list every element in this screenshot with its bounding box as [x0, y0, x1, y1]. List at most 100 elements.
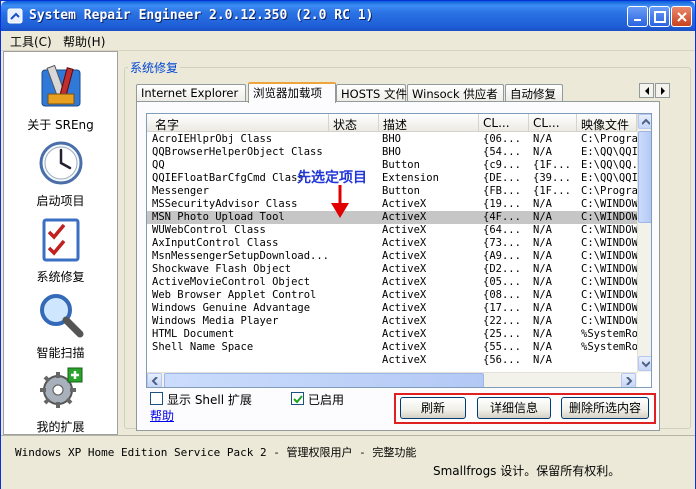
table-cell: {06... — [483, 133, 521, 145]
table-cell: ActiveX — [382, 224, 427, 236]
table-cell: QQBrowserHelperObject Class — [152, 146, 323, 158]
table-cell: {A9... — [483, 250, 521, 262]
title-bar[interactable]: System Repair Engineer 2.0.12.350 (2.0 R… — [1, 1, 695, 31]
table-row[interactable]: AcroIEHlprObj Class BHO {06... N/A C:\Progra — [147, 133, 638, 146]
close-icon — [677, 12, 687, 22]
checklist-icon — [42, 218, 80, 262]
column-header-clsid2[interactable]: CL... — [529, 114, 577, 132]
table-cell: ActiveX — [382, 315, 427, 327]
table-row[interactable]: QQBrowserHelperObject Class BHO {54... N/A E… — [147, 146, 638, 159]
hscroll-thumb[interactable] — [164, 373, 484, 387]
table-cell: Button — [382, 185, 420, 197]
table-cell: N/A — [533, 354, 552, 366]
column-header-image-file[interactable]: 映像文件 — [577, 114, 637, 132]
tab-scroll-left[interactable] — [639, 83, 654, 98]
magnifier-icon — [40, 294, 84, 338]
table-cell: C:\WINDOW — [581, 276, 638, 288]
tab-internet-explorer[interactable]: Internet Explorer — [136, 84, 246, 102]
column-header-name[interactable]: 名字 — [147, 114, 329, 132]
table-cell: {56... — [483, 354, 521, 366]
table-cell: ActiveX — [382, 289, 427, 301]
table-row[interactable]: Windows Genuine Advantage ActiveX {17... N/… — [147, 302, 638, 315]
show-shell-checkbox[interactable] — [150, 392, 163, 405]
sidebar-item-extensions[interactable]: 我的扩展 — [4, 362, 117, 436]
arrow-left-icon — [151, 377, 158, 385]
sidebar-item-about[interactable]: 关于 SREng — [4, 60, 117, 134]
scroll-left-button[interactable] — [147, 373, 162, 387]
sidebar-item-smart-scan[interactable]: 智能扫描 — [4, 288, 117, 362]
table-row[interactable]: QQ Button {c9... {1F... E:\QQ\QQ. — [147, 159, 638, 172]
table-row[interactable]: AxInputControl Class ActiveX {73... N/A C:\W… — [147, 237, 638, 250]
table-cell: MSSecurityAdvisor Class — [152, 198, 298, 210]
table-cell: N/A — [533, 224, 552, 236]
sidebar-item-label: 关于 SREng — [27, 118, 94, 132]
horizontal-scrollbar[interactable] — [147, 372, 637, 387]
table-cell: ActiveX — [382, 354, 427, 366]
arrow-up-icon — [642, 118, 650, 125]
table-row[interactable]: Windows Media Player ActiveX {22... N/A C:\W… — [147, 315, 638, 328]
minimize-button[interactable] — [627, 6, 648, 27]
table-cell: {c9... — [483, 159, 521, 171]
table-cell: Shockwave Flash Object — [152, 263, 292, 275]
table-row[interactable]: QQIEFloatBarCfgCmd Class Extension {DE...{… — [147, 172, 638, 185]
column-header-description[interactable]: 描述 — [379, 114, 479, 132]
list-header: 名字 状态 描述 CL... CL... 映像文件 — [147, 114, 637, 132]
table-row[interactable]: MsnMessengerSetupDownload... ActiveX {A9..… — [147, 250, 638, 263]
scroll-up-button[interactable] — [638, 114, 651, 129]
tab-auto-repair[interactable]: 自动修复 — [505, 84, 563, 102]
table-cell: {FB... — [483, 185, 521, 197]
sidebar-item-system-repair[interactable]: 系统修复 — [4, 212, 117, 286]
menu-help[interactable]: 帮助(H) — [63, 33, 105, 50]
table-cell: C:\WINDOW — [581, 198, 638, 210]
table-row[interactable]: Shell Name Space ActiveX {55... N/A %SystemR… — [147, 341, 638, 354]
enabled-checkbox[interactable] — [291, 392, 304, 405]
table-row[interactable]: MSN Photo Upload Tool ActiveX {4F... N/A C:\… — [147, 211, 638, 224]
table-row[interactable]: Messenger Button {FB... {1F... C:\Progra — [147, 185, 638, 198]
table-cell: {25... — [483, 328, 521, 340]
table-row[interactable]: ActiveMovieControl Object ActiveX {05... N/… — [147, 276, 638, 289]
tools-icon — [41, 64, 81, 107]
table-cell: N/A — [533, 289, 552, 301]
tab-hosts-file[interactable]: HOSTS 文件 — [336, 84, 407, 102]
scroll-thumb[interactable] — [638, 131, 651, 223]
table-cell: %SystemRo — [581, 341, 638, 353]
table-cell: N/A — [533, 328, 552, 340]
sidebar-item-label: 我的扩展 — [36, 420, 85, 434]
table-cell: {1F... — [533, 185, 571, 197]
table-cell: C:\Progra — [581, 133, 638, 145]
delete-selected-button[interactable]: 删除所选内容 — [561, 397, 649, 419]
table-row[interactable]: Shockwave Flash Object ActiveX {D2... N/A C:… — [147, 263, 638, 276]
table-row[interactable]: Web Browser Applet Control ActiveX {08... N… — [147, 289, 638, 302]
column-header-status[interactable]: 状态 — [329, 114, 379, 132]
refresh-button[interactable]: 刷新 — [400, 397, 466, 419]
close-button[interactable] — [671, 6, 692, 27]
table-row[interactable]: HTML Document ActiveX {25... N/A %SystemRo — [147, 328, 638, 341]
sidebar-item-label: 启动项目 — [36, 194, 85, 208]
column-header-clsid[interactable]: CL... — [479, 114, 529, 132]
table-cell: ActiveX — [382, 237, 427, 249]
addons-list[interactable]: 名字 状态 描述 CL... CL... 映像文件 AcroIEHlprObj … — [146, 113, 652, 388]
help-link[interactable]: 帮助 — [150, 407, 174, 424]
details-button[interactable]: 详细信息 — [477, 397, 551, 419]
maximize-button[interactable] — [649, 6, 670, 27]
table-row[interactable]: ActiveX {56... N/A — [147, 354, 637, 367]
table-cell: ActiveX — [382, 198, 427, 210]
table-cell: C:\WINDOW — [581, 315, 638, 327]
table-cell: %SystemRo — [581, 328, 638, 340]
tab-winsock[interactable]: Winsock 供应者 — [407, 84, 504, 102]
table-cell: ActiveX — [382, 341, 427, 353]
table-row[interactable]: WUWebControl Class ActiveX {64... N/A C:\WIN… — [147, 224, 638, 237]
sidebar-item-label: 智能扫描 — [36, 346, 85, 360]
table-cell: E:\QQ\QQI — [581, 146, 638, 158]
table-cell: ActiveX — [382, 263, 427, 275]
sidebar-item-startup[interactable]: 启动项目 — [4, 136, 117, 210]
tab-browser-addons[interactable]: 浏览器加载项 — [248, 82, 336, 103]
table-cell: N/A — [533, 250, 552, 262]
table-cell: {08... — [483, 289, 521, 301]
scroll-right-button[interactable] — [621, 373, 636, 387]
vertical-scrollbar[interactable] — [637, 114, 651, 372]
menu-tools[interactable]: 工具(C) — [10, 33, 52, 50]
table-row[interactable]: MSSecurityAdvisor Class ActiveX {19... N/A C… — [147, 198, 638, 211]
scroll-down-button[interactable] — [638, 356, 651, 371]
tab-scroll-right[interactable] — [655, 83, 670, 98]
